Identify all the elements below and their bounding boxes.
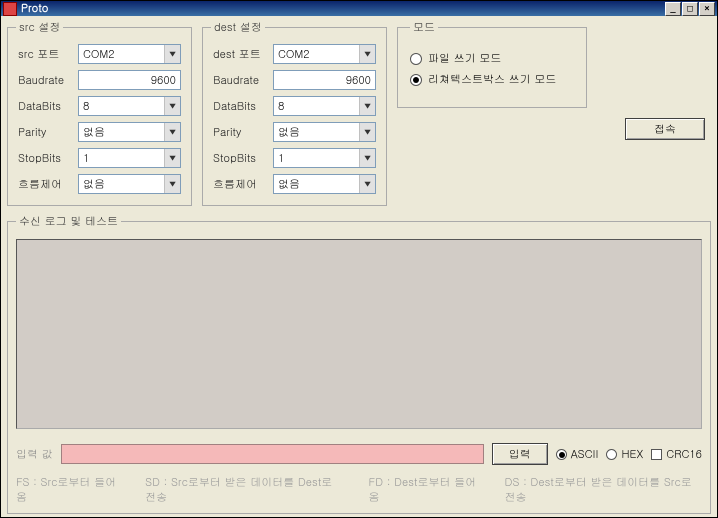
src-baud-input[interactable]: 9600 [78, 70, 181, 90]
format-hex-radio[interactable]: HEX [606, 447, 643, 462]
connect-button[interactable]: 접속 [625, 118, 705, 140]
chevron-down-icon: ▼ [164, 123, 180, 141]
close-button[interactable]: × [699, 2, 715, 16]
mode-group: 모드 파일 쓰기 모드 리쳐텍스트박스 쓰기 모드 [397, 20, 587, 108]
chevron-down-icon: ▼ [359, 45, 375, 63]
chevron-down-icon: ▼ [164, 149, 180, 167]
src-flow-combo[interactable]: 없음 ▼ [78, 174, 181, 194]
dest-parity-label: Parity [211, 119, 271, 145]
radio-icon [606, 449, 617, 460]
app-window: Proto _ □ × src 설정 src 포트 COM2 ▼ [0, 0, 718, 518]
src-stopbits-combo[interactable]: 1 ▼ [78, 148, 181, 168]
format-ascii-radio[interactable]: ASCII [556, 447, 599, 462]
send-button[interactable]: 입력 [492, 443, 548, 465]
footer-sd: SD : Src로부터 받은 데이터를 Dest로 전송 [145, 475, 342, 505]
dest-stopbits-label: StopBits [211, 145, 271, 171]
window-title: Proto [21, 1, 665, 16]
checkbox-icon [651, 449, 662, 460]
mode-rtb-radio[interactable]: 리쳐텍스트박스 쓰기 모드 [410, 72, 574, 87]
dest-baud-input[interactable]: 9600 [273, 70, 376, 90]
status-footer: FS : Src로부터 들어옴 SD : Src로부터 받은 데이터를 Dest… [16, 475, 702, 505]
log-group: 수신 로그 및 테스트 입력 값 입력 ASCII HEX CR [7, 214, 711, 514]
dest-port-label: dest 포트 [211, 41, 271, 67]
app-icon [3, 2, 17, 16]
chevron-down-icon: ▼ [164, 175, 180, 193]
mode-legend: 모드 [410, 20, 438, 35]
radio-icon [410, 74, 422, 86]
src-databits-combo[interactable]: 8 ▼ [78, 96, 181, 116]
titlebar: Proto _ □ × [1, 1, 717, 16]
chevron-down-icon: ▼ [164, 97, 180, 115]
send-input[interactable] [61, 444, 484, 464]
dest-flow-label: 흐름제어 [211, 171, 271, 197]
log-legend: 수신 로그 및 테스트 [16, 214, 121, 229]
minimize-button[interactable]: _ [665, 2, 681, 16]
footer-fs: FS : Src로부터 들어옴 [16, 475, 119, 505]
chevron-down-icon: ▼ [359, 97, 375, 115]
chevron-down-icon: ▼ [359, 123, 375, 141]
maximize-button[interactable]: □ [682, 2, 698, 16]
src-databits-label: DataBits [16, 93, 76, 119]
crc16-checkbox[interactable]: CRC16 [651, 447, 702, 462]
src-port-combo[interactable]: COM2 ▼ [78, 44, 181, 64]
dest-settings-group: dest 설정 dest 포트 COM2 ▼ Baudrate [202, 20, 387, 206]
log-textbox[interactable] [16, 239, 702, 429]
src-flow-label: 흐름제어 [16, 171, 76, 197]
chevron-down-icon: ▼ [359, 149, 375, 167]
dest-parity-combo[interactable]: 없음 ▼ [273, 122, 376, 142]
src-legend: src 설정 [16, 20, 63, 35]
radio-icon [556, 449, 567, 460]
input-label: 입력 값 [16, 447, 53, 462]
mode-file-radio[interactable]: 파일 쓰기 모드 [410, 51, 574, 66]
src-baud-label: Baudrate [16, 67, 76, 93]
dest-legend: dest 설정 [211, 20, 265, 35]
src-parity-label: Parity [16, 119, 76, 145]
dest-baud-label: Baudrate [211, 67, 271, 93]
src-settings-group: src 설정 src 포트 COM2 ▼ Baudrate [7, 20, 192, 206]
src-stopbits-label: StopBits [16, 145, 76, 171]
chevron-down-icon: ▼ [359, 175, 375, 193]
radio-icon [410, 53, 422, 65]
client-area: src 설정 src 포트 COM2 ▼ Baudrate [1, 16, 717, 518]
footer-fd: FD : Dest로부터 들어옴 [369, 475, 479, 505]
dest-databits-label: DataBits [211, 93, 271, 119]
chevron-down-icon: ▼ [164, 45, 180, 63]
dest-databits-combo[interactable]: 8 ▼ [273, 96, 376, 116]
dest-port-combo[interactable]: COM2 ▼ [273, 44, 376, 64]
src-port-label: src 포트 [16, 41, 76, 67]
dest-flow-combo[interactable]: 없음 ▼ [273, 174, 376, 194]
dest-stopbits-combo[interactable]: 1 ▼ [273, 148, 376, 168]
footer-ds: DS : Dest로부터 받은 데이터를 Src로 전송 [505, 475, 702, 505]
src-parity-combo[interactable]: 없음 ▼ [78, 122, 181, 142]
